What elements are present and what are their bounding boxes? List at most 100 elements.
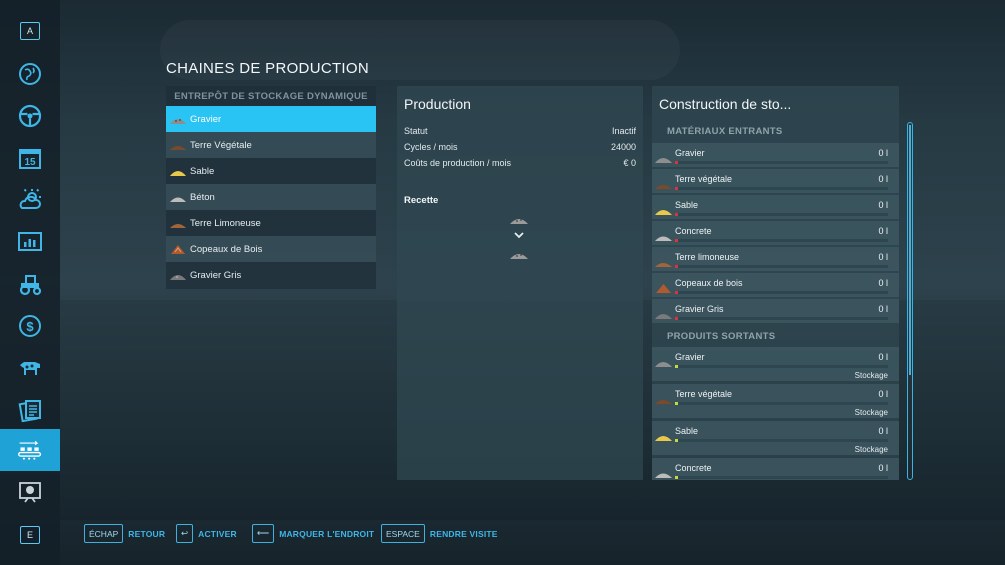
list-item[interactable]: Sable bbox=[166, 158, 376, 184]
back-button[interactable]: ÉCHAP RETOUR bbox=[84, 524, 165, 543]
concrete-icon bbox=[170, 197, 186, 202]
level-bar bbox=[675, 265, 888, 268]
chevron-down-icon bbox=[514, 232, 524, 239]
output-value: 0 l bbox=[878, 352, 888, 362]
sidebar-item-statistics[interactable] bbox=[0, 221, 60, 263]
recipe-input-gravel-icon bbox=[510, 219, 528, 224]
input-name: Gravier bbox=[675, 148, 705, 158]
woodchips-icon bbox=[656, 284, 671, 293]
list-item-label: Gravier Gris bbox=[190, 269, 242, 281]
input-value: 0 l bbox=[878, 200, 888, 210]
cost-label: Coûts de production / mois bbox=[404, 158, 512, 168]
cost-row: Coûts de production / mois € 0 bbox=[404, 158, 636, 168]
output-mode[interactable]: Stockage bbox=[855, 408, 888, 417]
loam-icon bbox=[655, 263, 672, 267]
hint-label: MARQUER L'ENDROIT bbox=[279, 528, 375, 539]
input-name: Terre limoneuse bbox=[675, 252, 740, 262]
production-icon bbox=[18, 440, 42, 460]
input-row: Gravier Gris 0 l bbox=[652, 299, 899, 323]
input-value: 0 l bbox=[878, 148, 888, 158]
svg-text:$: $ bbox=[26, 319, 34, 334]
status-label: Statut bbox=[404, 126, 428, 136]
level-bar bbox=[675, 402, 888, 405]
output-mode[interactable]: Stockage bbox=[855, 371, 888, 380]
output-name: Concrete bbox=[675, 463, 712, 473]
list-item-label: Sable bbox=[190, 165, 215, 177]
input-value: 0 l bbox=[878, 226, 888, 236]
level-bar bbox=[675, 317, 888, 320]
output-name: Terre végétale bbox=[675, 389, 733, 399]
sidebar-item-vehicles[interactable] bbox=[0, 95, 60, 137]
input-value: 0 l bbox=[878, 252, 888, 262]
topsoil-icon bbox=[655, 185, 672, 189]
input-name: Terre végétale bbox=[675, 174, 733, 184]
sidebar-item-garage[interactable] bbox=[0, 263, 60, 305]
input-name: Copeaux de bois bbox=[675, 278, 743, 288]
gravel-icon bbox=[655, 158, 672, 163]
topsoil-icon bbox=[170, 146, 186, 150]
level-bar bbox=[675, 187, 888, 190]
input-row: Copeaux de bois 0 l bbox=[652, 273, 899, 297]
input-row: Terre limoneuse 0 l bbox=[652, 247, 899, 271]
sidebar-item-animals[interactable] bbox=[0, 347, 60, 389]
list-item[interactable]: Gravier bbox=[166, 106, 376, 132]
woodchips-icon bbox=[171, 245, 185, 254]
concrete-icon bbox=[655, 473, 672, 478]
input-name: Sable bbox=[675, 200, 699, 210]
visit-button[interactable]: ESPACE RENDRE VISITE bbox=[381, 524, 498, 543]
production-chain-list: ENTREPÔT DE STOCKAGE DYNAMIQUE Gravier T… bbox=[166, 86, 376, 289]
sidebar-item-finances[interactable]: $ bbox=[0, 305, 60, 347]
keycap-top[interactable]: A bbox=[20, 22, 40, 40]
input-row: Terre végétale 0 l bbox=[652, 169, 899, 193]
scrollbar-thumb[interactable] bbox=[909, 125, 911, 375]
help-icon bbox=[19, 482, 41, 503]
list-item[interactable]: Copeaux de Bois bbox=[166, 236, 376, 262]
list-item[interactable]: Terre Végétale bbox=[166, 132, 376, 158]
level-bar bbox=[675, 365, 888, 368]
output-value: 0 l bbox=[878, 389, 888, 399]
statistics-icon bbox=[18, 232, 42, 251]
sidebar-item-production[interactable] bbox=[0, 429, 60, 471]
sand-icon bbox=[655, 210, 672, 215]
level-bar bbox=[675, 439, 888, 442]
list-item-label: Gravier bbox=[190, 113, 222, 125]
sidebar: A 15 $ E bbox=[0, 0, 60, 565]
output-name: Gravier bbox=[675, 352, 705, 362]
sidebar-item-map[interactable] bbox=[0, 53, 60, 95]
input-row: Sable 0 l bbox=[652, 195, 899, 219]
list-item[interactable]: Terre Limoneuse bbox=[166, 210, 376, 236]
sidebar-item-weather[interactable] bbox=[0, 179, 60, 221]
keycap-bottom[interactable]: E bbox=[20, 526, 40, 544]
output-value: 0 l bbox=[878, 426, 888, 436]
grey-gravel-icon bbox=[655, 314, 672, 319]
activate-button[interactable]: ↩ ACTIVER bbox=[176, 524, 237, 543]
list-item[interactable]: Gravier Gris bbox=[166, 262, 376, 288]
input-value: 0 l bbox=[878, 304, 888, 314]
output-name: Sable bbox=[675, 426, 699, 436]
steering-wheel-icon bbox=[18, 104, 42, 128]
concrete-icon bbox=[655, 236, 672, 241]
level-bar bbox=[675, 291, 888, 294]
cycles-label: Cycles / mois bbox=[404, 142, 458, 152]
output-mode[interactable]: Stockage bbox=[855, 445, 888, 454]
hint-label: RENDRE VISITE bbox=[429, 528, 498, 539]
sidebar-item-help[interactable] bbox=[0, 471, 60, 513]
mark-location-button[interactable]: ⟵ MARQUER L'ENDROIT bbox=[252, 524, 374, 543]
level-bar bbox=[675, 161, 888, 164]
production-title: Production bbox=[404, 96, 471, 112]
output-row: Concrete 0 l bbox=[652, 458, 899, 480]
input-value: 0 l bbox=[878, 174, 888, 184]
details-scrollbar[interactable] bbox=[907, 122, 913, 480]
contracts-icon bbox=[18, 400, 41, 423]
sidebar-item-calendar[interactable]: 15 bbox=[0, 137, 60, 179]
sidebar-item-contracts[interactable] bbox=[0, 389, 60, 431]
finances-icon: $ bbox=[19, 315, 41, 337]
cycles-row: Cycles / mois 24000 bbox=[404, 142, 636, 152]
input-row: Concrete 0 l bbox=[652, 221, 899, 245]
list-item[interactable]: Béton bbox=[166, 184, 376, 210]
globe-icon bbox=[19, 63, 41, 85]
page-title: CHAINES DE PRODUCTION bbox=[166, 60, 369, 77]
loam-icon bbox=[170, 224, 186, 228]
gravel-icon bbox=[655, 362, 672, 367]
level-bar bbox=[675, 239, 888, 242]
